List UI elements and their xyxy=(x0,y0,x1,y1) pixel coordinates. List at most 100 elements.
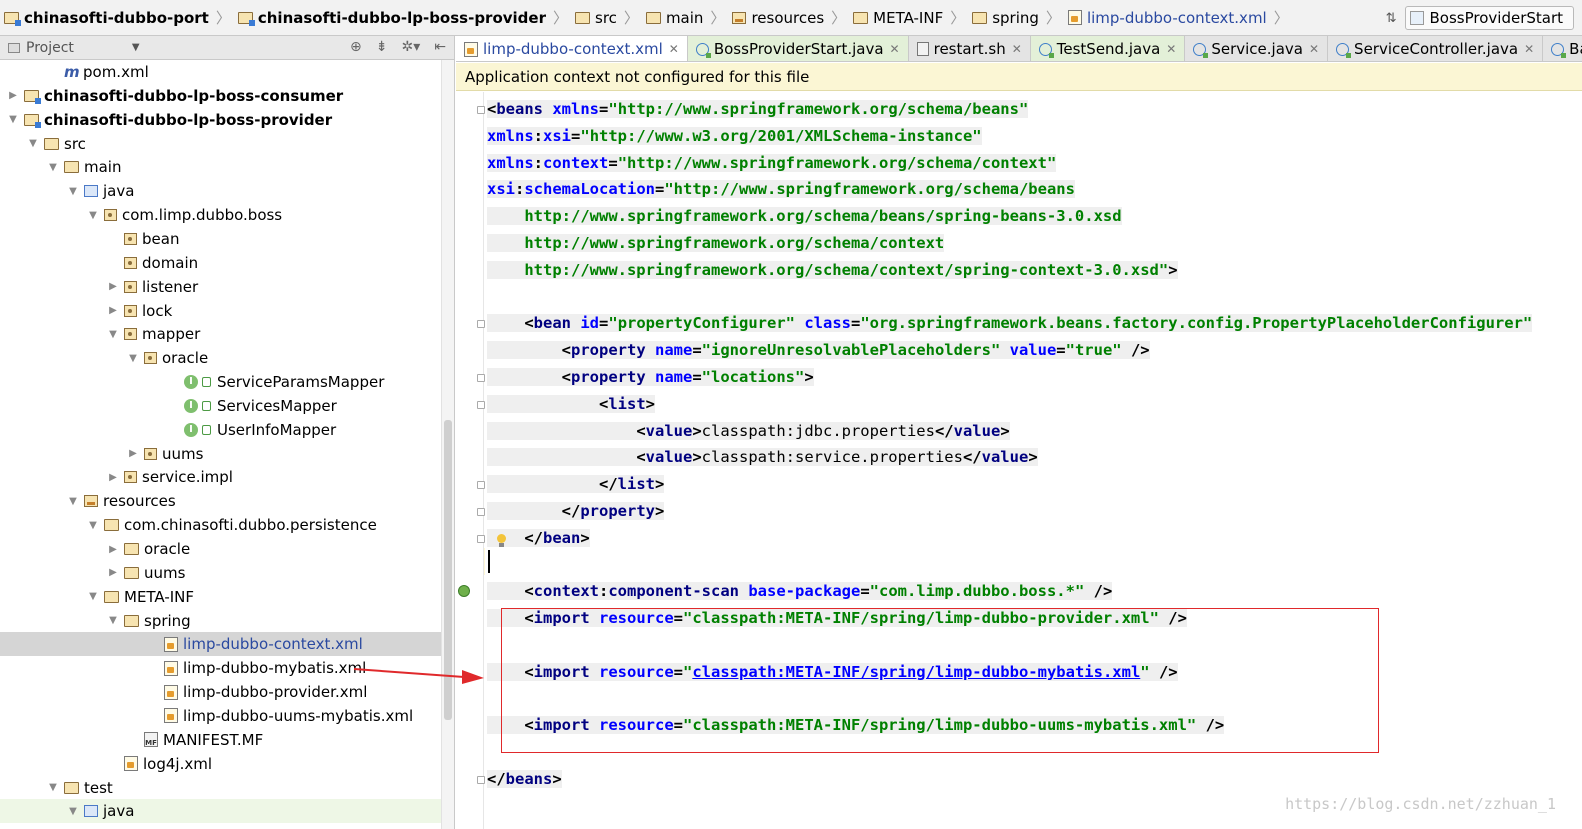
expanded-arrow-icon[interactable]: ▼ xyxy=(26,138,40,149)
gear-icon[interactable]: ✲▾ xyxy=(402,39,421,55)
lock-icon xyxy=(202,400,211,411)
breadcrumb-item[interactable]: META-INF xyxy=(849,0,947,35)
tree-item[interactable]: ▼ src xyxy=(0,132,441,156)
tree-item[interactable]: I UserInfoMapper xyxy=(0,418,441,442)
close-icon[interactable]: ✕ xyxy=(1166,42,1176,56)
editor-tab[interactable]: TestSend.java ✕ xyxy=(1030,36,1186,61)
tree-item[interactable]: ▼ mapper xyxy=(0,322,441,346)
expanded-arrow-icon[interactable]: ▼ xyxy=(126,353,140,364)
tree-item[interactable]: ▶ lock xyxy=(0,299,441,323)
expanded-arrow-icon[interactable]: ▼ xyxy=(86,591,100,602)
collapsed-arrow-icon[interactable]: ▶ xyxy=(106,544,120,555)
editor-tab[interactable]: BossProviderStart.java ✕ xyxy=(687,36,909,61)
tree-item[interactable]: ▼ java xyxy=(0,799,441,824)
breadcrumb-item[interactable]: limp-dubbo-context.xml xyxy=(1064,0,1271,35)
tree-item[interactable]: ▼ com.chinasofti.dubbo.persistence xyxy=(0,513,441,537)
hide-panel-icon[interactable]: ⇤ xyxy=(434,39,446,55)
tree-item[interactable]: ▼ chinasofti-dubbo-lp-boss-provider xyxy=(0,108,441,132)
collapsed-arrow-icon[interactable]: ▶ xyxy=(106,472,120,483)
breadcrumb-item[interactable]: spring xyxy=(968,0,1043,35)
intention-bulb-icon[interactable] xyxy=(495,534,507,548)
project-scrollbar[interactable] xyxy=(441,60,454,829)
editor-tab[interactable]: Service.java ✕ xyxy=(1185,36,1329,61)
breadcrumb-item[interactable]: resources xyxy=(728,0,828,35)
fold-marker-icon[interactable] xyxy=(477,374,485,382)
breadcrumb-separator-icon: 〉 xyxy=(1273,9,1289,27)
collapsed-arrow-icon[interactable]: ▶ xyxy=(106,305,120,316)
tree-item-label: limp-dubbo-uums-mybatis.xml xyxy=(183,706,414,725)
tree-item[interactable]: bean xyxy=(0,227,441,251)
collapsed-arrow-icon[interactable]: ▶ xyxy=(6,90,20,101)
breadcrumb-item[interactable]: main xyxy=(642,0,707,35)
run-configuration-select[interactable]: BossProviderStart xyxy=(1404,6,1574,30)
spring-bean-gutter-icon[interactable] xyxy=(458,585,470,597)
tree-item[interactable]: ▼ spring xyxy=(0,609,441,633)
fold-marker-icon[interactable] xyxy=(477,320,485,329)
expanded-arrow-icon[interactable]: ▼ xyxy=(46,162,60,173)
tree-item[interactable]: ▼ java xyxy=(0,179,441,203)
tree-item[interactable]: ▶ uums xyxy=(0,442,441,466)
fold-marker-icon[interactable] xyxy=(477,481,485,490)
sort-icon[interactable]: ⇅ xyxy=(1386,11,1397,26)
collapsed-arrow-icon[interactable]: ▶ xyxy=(126,448,140,459)
close-icon[interactable]: ✕ xyxy=(669,42,679,56)
tree-item[interactable]: ▶ chinasofti-dubbo-lp-boss-consumer xyxy=(0,84,441,108)
fold-marker-icon[interactable] xyxy=(477,534,485,543)
tree-item[interactable]: I ServicesMapper xyxy=(0,394,441,418)
close-icon[interactable]: ✕ xyxy=(890,42,900,56)
expanded-arrow-icon[interactable]: ▼ xyxy=(46,782,60,793)
tree-item-label: domain xyxy=(142,253,199,272)
tree-item[interactable]: ▼ oracle xyxy=(0,346,441,370)
tree-item[interactable]: MF MANIFEST.MF xyxy=(0,728,441,752)
expanded-arrow-icon[interactable]: ▼ xyxy=(86,210,100,221)
collapsed-arrow-icon[interactable]: ▶ xyxy=(106,567,120,578)
locate-file-icon[interactable]: ⊕ xyxy=(350,39,362,55)
editor-tab[interactable]: ServiceController.java ✕ xyxy=(1328,36,1544,61)
tree-item[interactable]: log4j.xml xyxy=(0,752,441,776)
collapse-all-icon[interactable]: ⇟ xyxy=(376,39,388,55)
fold-marker-icon[interactable] xyxy=(477,776,485,784)
tree-item[interactable]: ▼ test xyxy=(0,776,441,800)
expanded-arrow-icon[interactable]: ▼ xyxy=(106,615,120,626)
chevron-down-icon[interactable]: ▼ xyxy=(132,42,140,53)
fold-marker-icon[interactable] xyxy=(477,508,485,516)
code-token: "http://www.w3.org/2001/XMLSchema-instan… xyxy=(580,126,982,145)
tree-item[interactable]: ▼ com.limp.dubbo.boss xyxy=(0,203,441,227)
xml-file-icon xyxy=(464,41,478,57)
tree-item[interactable]: limp-dubbo-uums-mybatis.xml xyxy=(0,704,441,728)
fold-marker-icon[interactable] xyxy=(477,106,485,114)
tree-item[interactable]: ▶ service.impl xyxy=(0,465,441,489)
breadcrumb-item[interactable]: chinasofti-dubbo-port xyxy=(0,0,213,35)
expanded-arrow-icon[interactable]: ▼ xyxy=(66,186,80,197)
expanded-arrow-icon[interactable]: ▼ xyxy=(6,114,20,125)
code-token: id xyxy=(580,314,600,333)
close-icon[interactable]: ✕ xyxy=(1012,42,1022,56)
tree-item[interactable]: ▼ main xyxy=(0,155,441,179)
close-icon[interactable]: ✕ xyxy=(1309,42,1319,56)
tree-item[interactable]: limp-dubbo-context.xml xyxy=(0,632,441,657)
editor-tab[interactable]: Base xyxy=(1543,36,1582,61)
project-panel-header[interactable]: Project ▼ ⊕ ⇟ ✲▾ ⇤ xyxy=(0,36,454,60)
tree-item[interactable]: ▶ listener xyxy=(0,275,441,299)
expanded-arrow-icon[interactable]: ▼ xyxy=(66,806,80,817)
expanded-arrow-icon[interactable]: ▼ xyxy=(106,329,120,340)
editor-tab[interactable]: restart.sh ✕ xyxy=(909,36,1031,61)
text-caret xyxy=(488,550,490,573)
close-icon[interactable]: ✕ xyxy=(1524,42,1534,56)
tree-item[interactable]: domain xyxy=(0,251,441,275)
code-line-content: xsi:schemaLocation="http://www.springfra… xyxy=(487,180,1075,199)
collapsed-arrow-icon[interactable]: ▶ xyxy=(106,281,120,292)
tree-item[interactable]: ▶ uums xyxy=(0,561,441,585)
breadcrumb-item[interactable]: src xyxy=(571,0,621,35)
editor-tab[interactable]: limp-dubbo-context.xml ✕ xyxy=(456,36,688,61)
expanded-arrow-icon[interactable]: ▼ xyxy=(66,496,80,507)
tree-item[interactable]: m pom.xml xyxy=(0,60,441,84)
expanded-arrow-icon[interactable]: ▼ xyxy=(86,520,100,531)
tree-item[interactable]: ▼ resources xyxy=(0,489,441,513)
tree-item[interactable]: ▼ META-INF xyxy=(0,585,441,609)
breadcrumb-item[interactable]: chinasofti-dubbo-lp-boss-provider xyxy=(234,0,550,35)
fold-marker-icon[interactable] xyxy=(477,400,485,409)
breadcrumb-label: main xyxy=(665,8,704,27)
tree-item[interactable]: ▶ oracle xyxy=(0,537,441,561)
tree-item[interactable]: I ServiceParamsMapper xyxy=(0,370,441,394)
